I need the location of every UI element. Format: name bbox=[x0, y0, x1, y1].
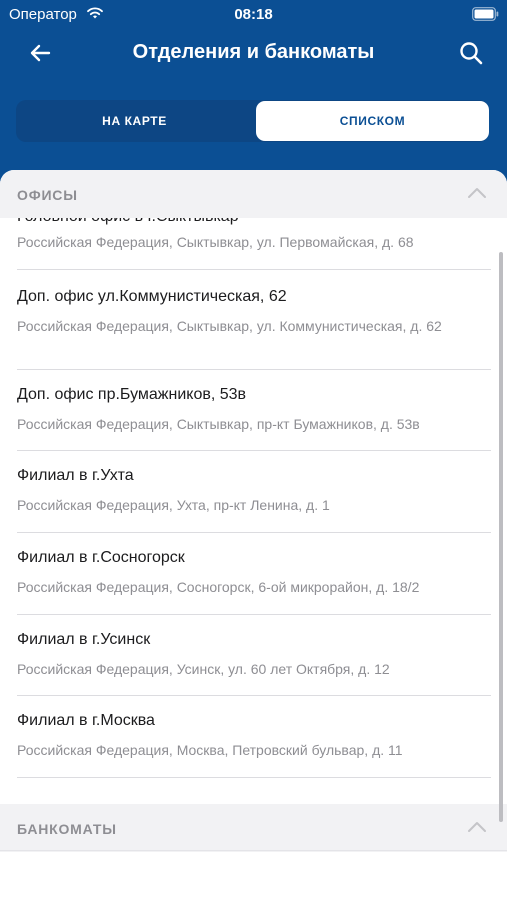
list-scrollbar[interactable] bbox=[499, 252, 503, 822]
search-button[interactable] bbox=[455, 38, 487, 68]
office-title: Доп. офис пр.Бумажников, 53в bbox=[17, 386, 247, 403]
divider bbox=[0, 850, 507, 851]
office-address: Российская Федерация, Сосногорск, 6-ой м… bbox=[17, 579, 420, 595]
app-header: Оператор 08:18 Отделения и банкоматы НА … bbox=[0, 0, 507, 190]
section-title-offices: ОФИСЫ bbox=[17, 187, 78, 203]
office-address: Российская Федерация, Сыктывкар, пр-кт Б… bbox=[17, 416, 420, 432]
chevron-up-icon bbox=[468, 822, 486, 832]
office-title: Доп. офис ул.Коммунистическая, 62 bbox=[17, 288, 287, 305]
list-item[interactable]: Филиал в г.Москва Российская Федерация, … bbox=[17, 696, 491, 778]
search-icon bbox=[460, 42, 483, 65]
office-address: Российская Федерация, Сыктывкар, ул. Ком… bbox=[17, 318, 442, 334]
list-item[interactable]: Филиал в г.Сосногорск Российская Федерац… bbox=[17, 533, 491, 615]
section-title-atms: БАНКОМАТЫ bbox=[17, 821, 117, 837]
status-time: 08:18 bbox=[234, 6, 273, 23]
list-item[interactable]: Доп. офис ул.Коммунистическая, 62 Россий… bbox=[17, 270, 491, 370]
page-title: Отделения и банкоматы bbox=[132, 41, 375, 63]
section-header-atms[interactable]: БАНКОМАТЫ bbox=[0, 804, 507, 852]
office-title: Филиал в г.Москва bbox=[17, 712, 155, 729]
battery-icon bbox=[472, 7, 499, 21]
content-sheet: ОФИСЫ Головной офис в г.Сыктывкар Россий… bbox=[0, 170, 507, 900]
list-item[interactable]: Доп. офис пр.Бумажников, 53в Российская … bbox=[17, 370, 491, 451]
offices-list[interactable]: Головной офис в г.Сыктывкар Российская Ф… bbox=[0, 218, 507, 804]
office-address: Российская Федерация, Сыктывкар, ул. Пер… bbox=[17, 234, 414, 250]
navigation-bar: Отделения и банкоматы bbox=[0, 28, 507, 78]
list-item[interactable]: Филиал в г.Ухта Российская Федерация, Ух… bbox=[17, 451, 491, 533]
tab-list[interactable]: СПИСКОМ bbox=[256, 101, 489, 141]
chevron-up-icon bbox=[468, 188, 486, 198]
list-item[interactable]: Головной офис в г.Сыктывкар Российская Ф… bbox=[17, 218, 491, 270]
tab-map[interactable]: НА КАРТЕ bbox=[16, 100, 253, 142]
office-title: Головной офис в г.Сыктывкар bbox=[17, 218, 239, 226]
office-title: Филиал в г.Сосногорск bbox=[17, 549, 185, 566]
office-address: Российская Федерация, Усинск, ул. 60 лет… bbox=[17, 661, 390, 677]
office-title: Филиал в г.Ухта bbox=[17, 467, 134, 484]
office-title: Филиал в г.Усинск bbox=[17, 631, 151, 648]
office-address: Российская Федерация, Москва, Петровский… bbox=[17, 742, 403, 758]
status-bar: Оператор 08:18 bbox=[0, 0, 507, 28]
office-address: Российская Федерация, Ухта, пр-кт Ленина… bbox=[17, 497, 330, 513]
list-item[interactable]: Филиал в г.Усинск Российская Федерация, … bbox=[17, 615, 491, 696]
view-mode-segmented-control: НА КАРТЕ СПИСКОМ bbox=[16, 100, 489, 142]
section-header-offices[interactable]: ОФИСЫ bbox=[0, 170, 507, 218]
